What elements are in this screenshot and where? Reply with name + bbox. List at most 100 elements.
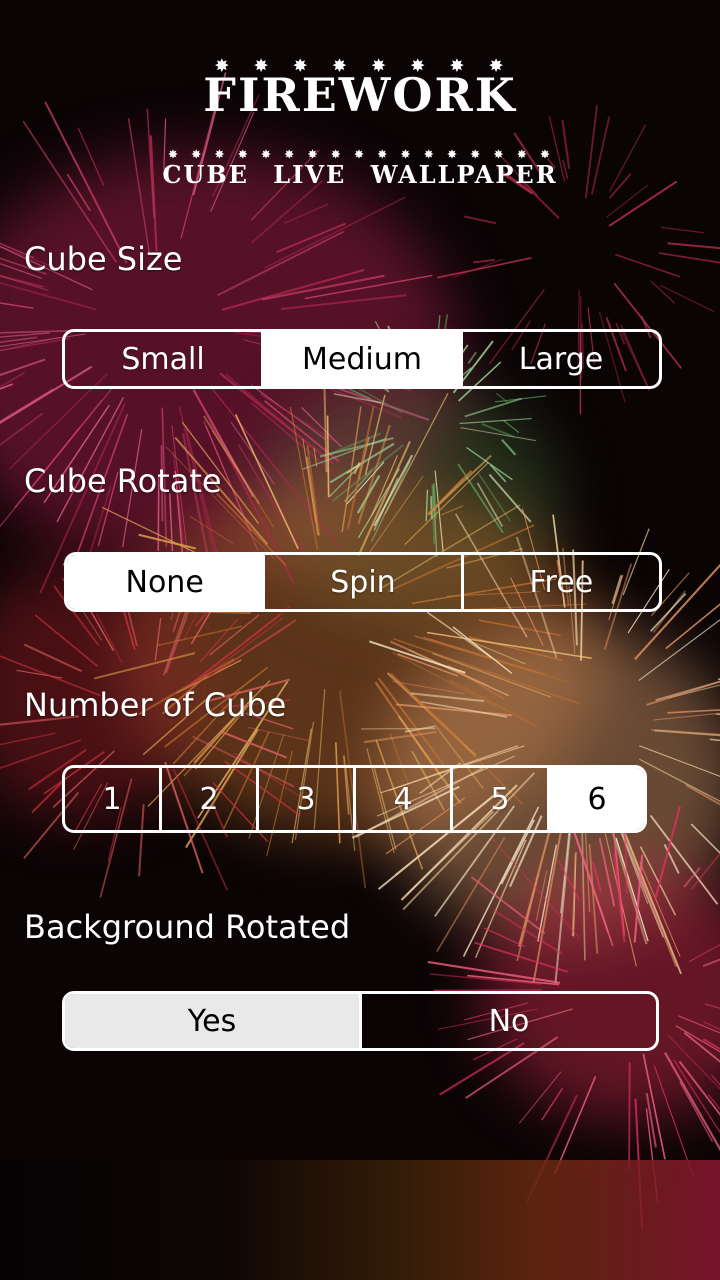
firework-star-icon: ✸: [470, 148, 482, 161]
firework-star-icon: ✸: [447, 148, 459, 161]
spark-streak: [326, 415, 330, 498]
firework-star-icon: ✸: [540, 148, 552, 161]
spark-streak: [623, 823, 628, 894]
firework-star-icon: ✸: [168, 148, 180, 161]
spark-streak: [250, 402, 338, 476]
firework-star-icon: ✸: [371, 56, 388, 75]
spark-streak: [688, 944, 720, 963]
spark-streak: [280, 294, 407, 311]
app-subtitle-text: CUBE LIVE WALLPAPER: [162, 160, 558, 189]
spark-streak: [221, 268, 365, 311]
firework-star-icon: ✸: [307, 148, 320, 161]
cube-rotate-label: Cube Rotate: [24, 462, 222, 500]
spark-streak: [557, 860, 581, 901]
spark-streak: [283, 203, 329, 224]
spark-streak: [189, 605, 291, 686]
spark-streak: [683, 1031, 720, 1063]
firework-star-icon: ✸: [215, 56, 231, 75]
spark-streak: [642, 1053, 666, 1160]
spark-streak: [658, 252, 720, 264]
spark-streak: [651, 728, 720, 736]
spark-streak: [392, 651, 495, 708]
number-of-cube-label: Number of Cube: [24, 686, 287, 724]
spark-streak: [457, 463, 504, 534]
firework-star-icon: ✸: [332, 56, 349, 75]
spark-streak: [667, 242, 720, 250]
firework-star-icon: ✸: [354, 148, 366, 161]
spark-streak: [0, 732, 56, 746]
spark-streak: [685, 784, 720, 806]
number-of-cube-option-1[interactable]: 1: [65, 768, 159, 830]
background-rotated-selector: Yes No: [62, 991, 659, 1051]
spark-streak: [659, 284, 715, 313]
spark-streak: [501, 438, 517, 456]
firework-star-icon: ✸: [293, 56, 309, 75]
firework-star-icon: ✸: [489, 56, 505, 75]
spark-streak: [517, 823, 553, 947]
spark-streak: [94, 652, 196, 680]
background-rotated-option-yes[interactable]: Yes: [65, 994, 359, 1048]
firework-star-icon: ✸: [517, 148, 529, 161]
firework-sparks: [0, 72, 720, 1229]
firework-star-icon: ✸: [191, 148, 203, 161]
background-rotated-option-no[interactable]: No: [359, 994, 656, 1048]
spark-streak: [664, 1051, 720, 1152]
number-of-cube-option-2[interactable]: 2: [159, 768, 256, 830]
app-title: ✸ ✸ ✸ ✸ ✸ ✸ ✸ ✸ FIREWORK: [203, 58, 516, 119]
cube-rotate-selector: None Spin Free: [64, 552, 662, 612]
spark-streak: [715, 713, 720, 716]
spark-streak: [138, 533, 196, 550]
cube-size-option-medium[interactable]: Medium: [261, 332, 460, 386]
spark-streak: [628, 1062, 631, 1170]
firework-star-icon: ✸: [450, 56, 466, 75]
spark-streak: [606, 184, 649, 218]
spark-streak: [426, 611, 492, 659]
firework-star-icon: ✸: [254, 56, 270, 75]
spark-streak: [653, 806, 681, 900]
cube-size-option-large[interactable]: Large: [460, 332, 659, 386]
cube-rotate-option-none[interactable]: None: [67, 555, 263, 609]
spark-streak: [691, 852, 720, 890]
river-reflection: [0, 1160, 720, 1280]
spark-streak: [463, 215, 497, 225]
cube-rotate-option-spin[interactable]: Spin: [262, 555, 460, 609]
spark-streak: [614, 253, 681, 278]
number-of-cube-option-4[interactable]: 4: [353, 768, 450, 830]
spark-streak: [264, 196, 406, 269]
cube-size-label: Cube Size: [24, 240, 183, 278]
spark-streak: [429, 973, 542, 985]
firework-star-icon: ✸: [377, 148, 389, 161]
spark-streak: [247, 726, 312, 742]
spark-streak: [0, 388, 54, 423]
spark-streak: [709, 738, 720, 742]
spark-streak: [541, 1087, 564, 1121]
spark-streak: [667, 709, 720, 714]
cube-rotate-option-free[interactable]: Free: [460, 555, 659, 609]
firework-star-icon: ✸: [493, 148, 506, 161]
spark-streak: [377, 677, 446, 767]
spark-streak: [441, 505, 464, 516]
spark-streak: [301, 406, 342, 448]
spark-streak: [323, 385, 328, 473]
spark-streak: [472, 259, 495, 264]
spark-streak: [483, 927, 525, 947]
spark-streak: [237, 443, 305, 554]
spark-streak: [427, 454, 492, 515]
spark-streak: [591, 861, 602, 892]
spark-streak: [502, 419, 520, 434]
cube-size-option-small[interactable]: Small: [65, 332, 261, 386]
number-of-cube-option-6[interactable]: 6: [547, 768, 644, 830]
cube-size-selector: Small Medium Large: [62, 329, 662, 389]
subtitle-firework-decorations: ✸ ✸ ✸ ✸ ✸ ✸ ✸ ✸ ✸ ✸ ✸ ✸ ✸ ✸ ✸ ✸ ✸: [162, 148, 557, 161]
background-rotated-label: Background Rotated: [24, 908, 351, 946]
spark-streak: [650, 280, 676, 304]
app-subtitle: ✸ ✸ ✸ ✸ ✸ ✸ ✸ ✸ ✸ ✸ ✸ ✸ ✸ ✸ ✸ ✸ ✸ CUBE LIVE WALLPAPER: [162, 148, 558, 189]
firework-star-icon: ✸: [400, 148, 413, 161]
spark-streak: [23, 643, 83, 673]
spark-streak: [704, 1003, 720, 1009]
spark-streak: [210, 387, 341, 549]
number-of-cube-option-3[interactable]: 3: [256, 768, 353, 830]
number-of-cube-option-5[interactable]: 5: [450, 768, 547, 830]
number-of-cube-selector: 123456: [62, 765, 647, 833]
firework-star-icon: ✸: [331, 148, 343, 161]
